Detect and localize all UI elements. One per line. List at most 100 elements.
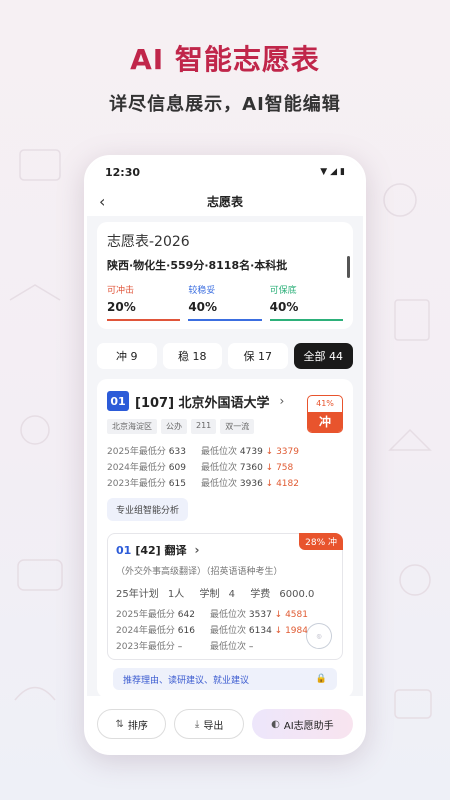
sort-icon: ⇅: [115, 718, 124, 730]
rank-delta: ↓ 1984: [274, 625, 308, 636]
major-name: [42] 翻译: [135, 544, 187, 557]
tag: 双一流: [220, 419, 255, 434]
recommendation-label: 推荐理由、读研建议、就业建议: [123, 675, 250, 686]
group-analysis-button[interactable]: 专业组智能分析: [107, 498, 189, 521]
tab-reach[interactable]: 冲 9: [97, 343, 157, 369]
rank-label: 最低位次: [210, 641, 247, 652]
recommendation-bar[interactable]: 推荐理由、读研建议、就业建议 🔒: [113, 668, 337, 690]
summary-card: 志愿表-2026 陕西·物化生·559分·8118名·本科批 可冲击 20% 较…: [97, 222, 353, 329]
rank-value: 7360: [239, 462, 263, 473]
lock-icon: 🔒: [315, 674, 327, 684]
university-card: 01 [107] 北京外国语大学 › 41% 冲 北京海淀区 公办 211 双一…: [97, 379, 353, 698]
bottom-action-bar: ⇅ 排序 ⤓ 导出 ◐ AI志愿助手: [87, 696, 363, 752]
back-icon[interactable]: ‹: [99, 192, 105, 211]
ai-assistant-label: AI志愿助手: [283, 720, 334, 732]
university-name: [107] 北京外国语大学: [135, 395, 270, 411]
status-icons: ▼ ◢ ▮: [320, 167, 345, 177]
badge-type: 冲: [308, 412, 342, 432]
plan-value: 1人: [167, 589, 185, 600]
year-label: 2023年最低分: [107, 478, 166, 489]
score-row: 2023年最低分 615 最低位次 3936 ↓ 4182: [107, 474, 343, 490]
promo-subtitle: 详尽信息展示，AI智能编辑: [109, 94, 341, 115]
rank-value: 3537: [248, 609, 272, 620]
stat-match: 较稳妥 40%: [188, 283, 262, 321]
rank-value: –: [248, 641, 254, 652]
nav-title: 志愿表: [206, 194, 243, 209]
university-index: 01: [107, 391, 129, 411]
year-label: 2025年最低分: [107, 446, 166, 457]
rank-label: 最低位次: [201, 462, 238, 473]
stat-label: 较稳妥: [188, 286, 216, 296]
score-row: 2023年最低分 – 最低位次 –: [116, 637, 334, 653]
tab-safety[interactable]: 保 17: [228, 343, 288, 369]
tab-match[interactable]: 稳 18: [162, 343, 222, 369]
status-bar: 12:30 ▼ ◢ ▮: [87, 158, 363, 186]
major-score-rows: 2025年最低分 642 最低位次 3537 ↓ 4581 2024年最低分 6…: [116, 605, 334, 653]
rank-value: 6134: [248, 625, 272, 636]
fee-label: 学费: [250, 589, 271, 600]
score-value: 633: [168, 446, 186, 457]
duration-value: 4: [228, 589, 236, 600]
stat-reach: 可冲击 20%: [107, 283, 181, 321]
fee-value: 6000.0: [279, 589, 315, 600]
tag: 211: [191, 419, 217, 434]
stat-label: 可保底: [269, 286, 297, 296]
export-button[interactable]: ⤓ 导出: [174, 709, 244, 739]
filter-tabs: 冲 9 稳 18 保 17 全部 44: [97, 343, 353, 369]
rank-value: 3936: [239, 478, 263, 489]
stat-label: 可冲击: [107, 286, 135, 296]
plan-label: 25年计划: [116, 589, 159, 600]
ai-assistant-button[interactable]: ◐ AI志愿助手: [251, 709, 353, 739]
rank-label: 最低位次: [201, 478, 238, 489]
stat-value: 40%: [188, 300, 262, 321]
score-value: 616: [177, 625, 195, 636]
chevron-right-icon: ›: [194, 543, 200, 557]
major-plan-row: 25年计划 1人 学制 4 学费 6000.0: [116, 585, 334, 601]
chevron-right-icon: ›: [279, 394, 285, 408]
tab-all[interactable]: 全部 44: [293, 343, 353, 369]
export-label: 导出: [203, 720, 224, 732]
score-row: 2025年最低分 633 最低位次 4739 ↓ 3379: [107, 442, 343, 458]
university-score-rows: 2025年最低分 633 最低位次 4739 ↓ 3379 2024年最低分 6…: [107, 442, 343, 490]
year-label: 2024年最低分: [107, 462, 166, 473]
plan-meta: 陕西·物化生·559分·8118名·本科批: [107, 259, 288, 272]
rank-delta: ↓ 758: [265, 462, 294, 473]
stat-value: 40%: [269, 300, 343, 321]
rank-delta: ↓ 4182: [265, 478, 299, 489]
year-label: 2024年最低分: [116, 625, 175, 636]
wifi-icon: ◢: [330, 167, 338, 177]
sort-button[interactable]: ⇅ 排序: [97, 709, 167, 739]
major-card: 28% 冲 01 [42] 翻译 › （外交外事高级翻译）（招英语语种考生） 2…: [107, 533, 343, 660]
plan-title: 志愿表-2026: [107, 234, 190, 250]
battery-icon: ▮: [340, 167, 345, 177]
rank-label: 最低位次: [210, 625, 247, 636]
major-admission-badge: 28% 冲: [299, 533, 343, 550]
status-time: 12:30: [105, 165, 141, 179]
score-value: 609: [168, 462, 186, 473]
download-icon: ⤓: [194, 718, 200, 730]
tag: 公办: [161, 419, 187, 434]
score-row: 2025年最低分 642 最低位次 3537 ↓ 4581: [116, 605, 334, 621]
promo-header: AI 智能志愿表 详尽信息展示，AI智能编辑: [0, 38, 450, 116]
stat-safety: 可保底 40%: [269, 283, 343, 321]
scrollbar[interactable]: [347, 256, 350, 278]
promo-title: AI 智能志愿表: [130, 43, 320, 76]
sort-label: 排序: [127, 720, 148, 732]
signal-icon: ▼: [320, 167, 328, 177]
badge-percent: 41%: [316, 399, 334, 408]
ai-assistant-icon: ◐: [271, 718, 280, 730]
score-row: 2024年最低分 609 最低位次 7360 ↓ 758: [107, 458, 343, 474]
score-value: 615: [168, 478, 186, 489]
major-index: 01: [116, 543, 132, 557]
score-value: 642: [177, 609, 195, 620]
rank-value: 4739: [239, 446, 263, 457]
stat-value: 20%: [107, 300, 181, 321]
tag: 北京海淀区: [107, 419, 157, 434]
phone-frame: 12:30 ▼ ◢ ▮ ‹ 志愿表 志愿表-2026 陕西·物化生·559分·8…: [84, 155, 366, 755]
admission-badge: 41% 冲: [307, 395, 343, 433]
score-row: 2024年最低分 616 最低位次 6134 ↓ 1984: [116, 621, 334, 637]
nav-bar: ‹ 志愿表: [87, 186, 363, 216]
major-description: （外交外事高级翻译）（招英语语种考生）: [116, 567, 283, 577]
duration-label: 学制: [199, 589, 220, 600]
rank-delta: ↓ 4581: [274, 609, 308, 620]
